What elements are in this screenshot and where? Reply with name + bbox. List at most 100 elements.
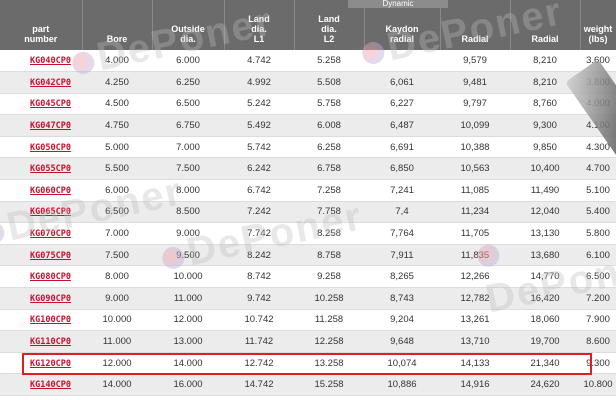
land-dia-l1-cell: 10.742: [224, 309, 294, 332]
dynamic-radial-cell: 11,085: [440, 179, 510, 202]
land-dia-l1-cell: 4.742: [224, 50, 294, 73]
part-number-cell: KG047CP0: [0, 114, 82, 137]
header-land-dia-l1: Land dia. L1: [224, 0, 295, 50]
land-dia-l2-cell: 12.258: [294, 330, 364, 353]
table-row: KG075CP0 7.500 9.500 8.242 8.758 7,911 11,835 1…: [0, 244, 616, 267]
part-number-cell: KG080CP0: [0, 265, 82, 289]
kaydon-radial-cell: 7,911: [364, 244, 440, 267]
header-bore: Bore: [82, 0, 153, 50]
table-row: KG045CP0 4.500 6.500 5.242 5.758 6,227 9,797 8,…: [0, 93, 616, 116]
static-radial-cell: 9,850: [510, 136, 580, 159]
part-number-link[interactable]: KG075CP0: [30, 251, 71, 261]
static-radial-cell: 8,210: [510, 50, 580, 73]
part-number-link[interactable]: KG100CP0: [30, 315, 71, 325]
part-number-link[interactable]: KG050CP0: [30, 143, 71, 153]
land-dia-l1-cell: 5.492: [224, 114, 294, 137]
part-number-cell: KG055CP0: [0, 157, 82, 181]
bore-cell: 5.000: [82, 136, 152, 159]
land-dia-l1-cell: 11.742: [224, 330, 294, 353]
static-radial-cell: 16,420: [510, 287, 580, 310]
part-number-cell: KG110CP0: [0, 330, 82, 353]
weight-cell: 12.300: [580, 395, 616, 400]
land-dia-l1-cell: 4.992: [224, 71, 294, 94]
table-row: KG140CP0 14.000 16.000 14.742 15.258 10,886 14…: [0, 373, 616, 396]
part-number-link[interactable]: KG047CP0: [30, 121, 71, 131]
table-row: KG080CP0 8.000 10.000 8.742 9.258 8,265 12,266…: [0, 265, 616, 289]
part-number-cell: KG042CP0: [0, 71, 82, 94]
land-dia-l2-cell: 6.008: [294, 114, 364, 137]
dynamic-radial-cell: 14,133: [440, 352, 510, 375]
part-number-cell: KG120CP0: [0, 352, 82, 375]
bore-cell: 4.500: [82, 93, 152, 116]
outside-dia-cell: 6.500: [152, 93, 224, 116]
land-dia-l2-cell: 8.758: [294, 244, 364, 267]
dynamic-radial-cell: 11,835: [440, 244, 510, 267]
part-number-link[interactable]: KG065CP0: [30, 207, 71, 217]
bore-cell: 9.000: [82, 287, 152, 310]
land-dia-l1-cell: 14.742: [224, 373, 294, 396]
header-part-number: part number: [0, 0, 83, 50]
weight-cell: 5.400: [580, 201, 616, 224]
outside-dia-cell: 8.500: [152, 201, 224, 224]
weight-cell: 5.800: [580, 222, 616, 245]
bore-cell: 4.000: [82, 50, 152, 73]
static-radial-cell: 14,770: [510, 265, 580, 289]
part-number-link[interactable]: KG090CP0: [30, 294, 71, 304]
kaydon-radial-cell: 6,487: [364, 114, 440, 137]
table-header-row: part number Bore Outside dia. Land dia. …: [0, 0, 616, 50]
static-radial-cell: 18,060: [510, 309, 580, 332]
dynamic-radial-cell: 10,563: [440, 157, 510, 181]
bearing-spec-table: part number Bore Outside dia. Land dia. …: [0, 0, 616, 400]
part-number-cell: KG075CP0: [0, 244, 82, 267]
bore-cell: 12.000: [82, 352, 152, 375]
land-dia-l2-cell: 8.258: [294, 222, 364, 245]
dynamic-radial-cell: 13,710: [440, 330, 510, 353]
kaydon-radial-cell: 7,241: [364, 179, 440, 202]
table-row: KG040CP04.0006.0004.7425.2589,5798,2103.…: [0, 50, 616, 73]
static-radial-cell: 27,910: [510, 395, 580, 400]
part-number-link[interactable]: KG120CP0: [30, 359, 71, 369]
static-radial-cell: 11,490: [510, 179, 580, 202]
part-number-link[interactable]: KG110CP0: [30, 337, 71, 347]
table-row: KG160CP016.00018.00016.74217.25811,64815…: [0, 395, 616, 400]
header-weight: weight (lbs): [580, 0, 616, 50]
static-radial-cell: 24,620: [510, 373, 580, 396]
table-row: KG120CP0 12.000 14.000 12.742 13.258 10,074 14…: [0, 352, 616, 375]
table-row: KG047CP0 4.750 6.750 5.492 6.008 6,487 10,099 9…: [0, 114, 616, 137]
land-dia-l1-cell: 16.742: [224, 395, 294, 400]
static-radial-cell: 19,700: [510, 330, 580, 353]
part-number-link[interactable]: KG042CP0: [30, 78, 71, 88]
part-number-cell: KG060CP0: [0, 179, 82, 202]
dynamic-radial-cell: 15,631: [440, 395, 510, 400]
kaydon-radial-cell: 10,886: [364, 373, 440, 396]
static-radial-cell: 21,340: [510, 352, 580, 375]
part-number-link[interactable]: KG060CP0: [30, 186, 71, 196]
dynamic-radial-cell: 12,782: [440, 287, 510, 310]
part-number-link[interactable]: KG070CP0: [30, 229, 71, 239]
land-dia-l2-cell: 7.258: [294, 179, 364, 202]
kaydon-radial-cell: 6,061: [364, 71, 440, 94]
part-number-link[interactable]: KG040CP0: [30, 56, 71, 66]
part-number-link[interactable]: KG055CP0: [30, 164, 71, 174]
part-number-link[interactable]: KG140CP0: [30, 380, 71, 390]
land-dia-l2-cell: 17.258: [294, 395, 364, 400]
part-number-link[interactable]: KG045CP0: [30, 99, 71, 109]
bore-cell: 16.000: [82, 395, 152, 400]
table-row: KG055CP0 5.500 7.500 6.242 6.758 6,850 10,563 1…: [0, 157, 616, 181]
land-dia-l1-cell: 7.742: [224, 222, 294, 245]
part-number-cell: KG065CP0: [0, 201, 82, 224]
part-number-link[interactable]: KG080CP0: [30, 272, 71, 282]
outside-dia-cell: 13.000: [152, 330, 224, 353]
outside-dia-cell: 16.000: [152, 373, 224, 396]
part-number-cell: KG045CP0: [0, 93, 82, 116]
weight-cell: 7.900: [580, 309, 616, 332]
bore-cell: 10.000: [82, 309, 152, 332]
weight-cell: 6.100: [580, 244, 616, 267]
bore-cell: 4.750: [82, 114, 152, 137]
dynamic-radial-cell: 9,797: [440, 93, 510, 116]
header-dynamic-group: Dynamic: [348, 0, 448, 8]
land-dia-l2-cell: 9.258: [294, 265, 364, 289]
dynamic-radial-cell: 9,579: [440, 50, 510, 73]
part-number-cell: KG070CP0: [0, 222, 82, 245]
weight-cell: 6.500: [580, 265, 616, 289]
